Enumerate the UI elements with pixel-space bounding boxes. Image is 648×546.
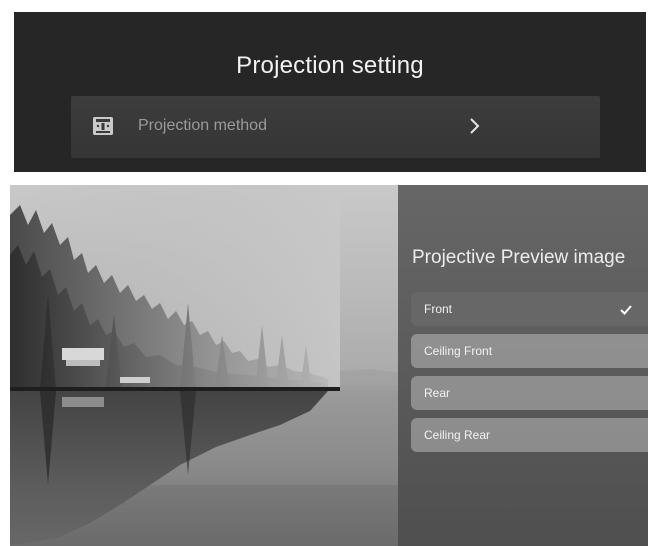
chevron-right-icon — [467, 116, 483, 136]
check-icon — [620, 303, 632, 315]
option-label: Ceiling Front — [424, 344, 493, 358]
option-label: Front — [424, 302, 453, 316]
projection-preview-screen: Projective Preview image Front Ceiling F… — [10, 185, 648, 546]
preview-title: Projective Preview image — [412, 247, 626, 268]
option-ceiling-front[interactable]: Ceiling Front — [411, 334, 648, 368]
option-label: Rear — [424, 386, 451, 400]
option-rear[interactable]: Rear — [411, 376, 648, 410]
projection-method-label: Projection method — [138, 117, 267, 134]
preview-options-panel: Projective Preview image Front Ceiling F… — [398, 185, 648, 546]
projection-setting-panel: Projection setting Projection method — [14, 12, 646, 172]
page-title: Projection setting — [236, 52, 424, 79]
option-front[interactable]: Front — [411, 292, 648, 326]
projection-method-item[interactable]: Projection method — [71, 96, 600, 158]
option-ceiling-rear[interactable]: Ceiling Rear — [411, 418, 648, 452]
option-label: Ceiling Rear — [424, 428, 491, 442]
projector-icon — [93, 117, 113, 135]
